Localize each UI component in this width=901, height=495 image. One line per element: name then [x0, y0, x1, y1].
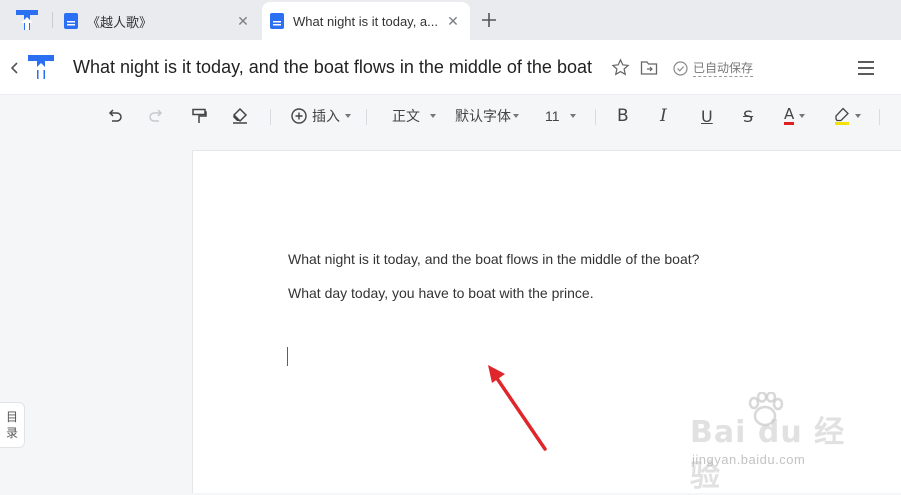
- document-icon: [270, 13, 284, 29]
- outline-label-bottom: 录: [5, 426, 18, 440]
- toolbar-divider: [366, 109, 367, 125]
- outline-toggle[interactable]: 目 录: [0, 402, 25, 448]
- back-chevron-icon[interactable]: [8, 59, 22, 77]
- text-cursor: [287, 347, 288, 366]
- hamburger-menu-icon[interactable]: [857, 60, 875, 76]
- baidu-watermark: Bai du 经验 jingyan.baidu.com: [690, 392, 860, 494]
- font-color-icon: A: [784, 105, 795, 125]
- insert-label: 插入: [312, 108, 340, 124]
- format-painter-icon: [192, 108, 207, 123]
- undo-button[interactable]: [106, 104, 124, 128]
- toolbar-divider: [595, 109, 596, 125]
- paragraph-line[interactable]: What night is it today, and the boat flo…: [288, 251, 699, 267]
- new-tab-icon[interactable]: [478, 7, 500, 33]
- chevron-down-icon: [855, 114, 861, 118]
- bold-icon: B: [617, 106, 629, 126]
- italic-icon: I: [660, 106, 667, 126]
- formatting-toolbar: 插入 正文 默认字体 11 B I U S A: [0, 96, 901, 136]
- add-circle-icon: [291, 108, 307, 124]
- autosave-status: 已自动保存: [673, 59, 754, 77]
- move-to-folder-icon[interactable]: [640, 59, 658, 76]
- tab-title: What night is it today, a...: [293, 13, 438, 29]
- star-icon[interactable]: [611, 58, 630, 77]
- document-icon: [64, 13, 78, 29]
- tab-title: 《越人歌》: [87, 14, 153, 30]
- font-family-select[interactable]: 默认字体: [455, 104, 519, 128]
- document-header: What night is it today, and the boat flo…: [0, 40, 901, 95]
- app-logo-icon: [28, 55, 54, 79]
- undo-icon: [108, 109, 122, 122]
- eraser-icon: [232, 107, 248, 124]
- check-circle-icon: [673, 60, 688, 76]
- watermark-text: Bai du 经验: [690, 415, 846, 494]
- close-tab-icon[interactable]: ✕: [442, 13, 464, 30]
- font-size-select[interactable]: 11: [545, 104, 576, 128]
- paragraph-style-select[interactable]: 正文: [392, 104, 436, 128]
- tab-divider: [52, 12, 53, 28]
- redo-icon: [149, 109, 163, 122]
- toolbar-divider: [879, 109, 880, 125]
- tab-active-document[interactable]: What night is it today, a... ✕: [262, 2, 470, 40]
- clear-format-button[interactable]: [231, 104, 249, 128]
- highlight-button[interactable]: [834, 104, 861, 128]
- app-logo-icon[interactable]: [14, 8, 40, 32]
- insert-menu[interactable]: 插入: [290, 104, 351, 128]
- underline-icon: U: [701, 106, 713, 126]
- font-color-button[interactable]: A: [784, 104, 806, 128]
- format-painter-button[interactable]: [190, 104, 208, 128]
- tab-yueren-ge[interactable]: 《越人歌》 ✕: [56, 2, 260, 40]
- highlighter-icon: [835, 107, 849, 125]
- paragraph-line[interactable]: What day today, you have to boat with th…: [288, 285, 594, 301]
- outline-label-top: 目: [5, 410, 18, 424]
- autosave-label: 已自动保存: [693, 61, 754, 77]
- document-title[interactable]: What night is it today, and the boat flo…: [73, 57, 592, 78]
- tab-strip: 《越人歌》 ✕ What night is it today, a... ✕: [0, 0, 901, 40]
- italic-button[interactable]: I: [660, 104, 667, 128]
- toolbar-divider: [270, 109, 271, 125]
- watermark-url: jingyan.baidu.com: [692, 452, 806, 467]
- strikethrough-button[interactable]: S: [743, 104, 753, 128]
- chevron-down-icon: [513, 114, 519, 118]
- chevron-down-icon: [430, 114, 436, 118]
- annotation-arrow-icon: [488, 365, 547, 451]
- underline-button[interactable]: U: [701, 104, 713, 128]
- chevron-down-icon: [345, 114, 351, 118]
- bold-button[interactable]: B: [617, 104, 629, 128]
- chevron-down-icon: [569, 114, 576, 118]
- strikethrough-icon: S: [743, 106, 754, 126]
- redo-button[interactable]: [147, 104, 165, 128]
- paragraph-style-value: 正文: [392, 108, 420, 124]
- font-family-value: 默认字体: [455, 108, 511, 124]
- chevron-down-icon: [799, 114, 806, 118]
- font-size-value: 11: [545, 108, 560, 124]
- close-tab-icon[interactable]: ✕: [232, 13, 254, 30]
